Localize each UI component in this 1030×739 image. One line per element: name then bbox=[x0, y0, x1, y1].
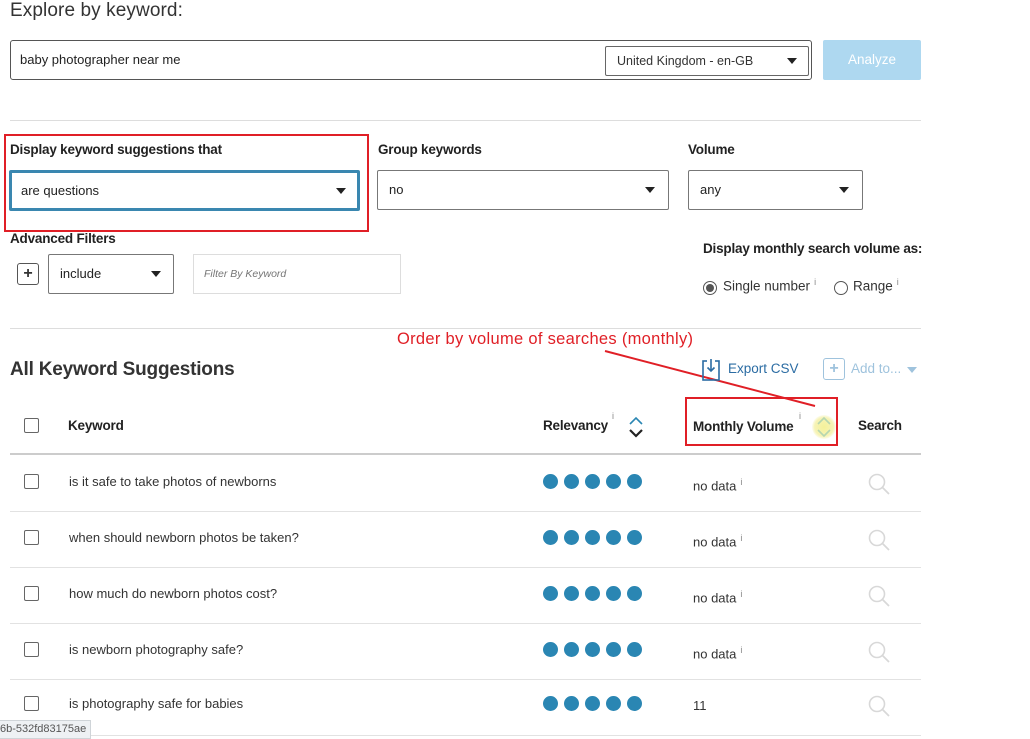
relevancy-dots bbox=[543, 696, 648, 716]
keyword-input[interactable] bbox=[20, 52, 580, 67]
chevron-down-icon bbox=[645, 187, 655, 193]
display-suggestions-value: are questions bbox=[21, 183, 100, 198]
column-keyword: Keyword bbox=[68, 418, 124, 433]
page-title: Explore by keyword: bbox=[10, 0, 183, 21]
table-row: is newborn photography safe? no data i bbox=[10, 623, 921, 680]
search-icon[interactable] bbox=[867, 640, 891, 664]
row-checkbox[interactable] bbox=[24, 474, 39, 489]
info-icon[interactable]: i bbox=[740, 645, 742, 655]
row-keyword[interactable]: how much do newborn photos cost? bbox=[69, 586, 277, 601]
range-label: Range bbox=[853, 278, 893, 294]
download-icon bbox=[702, 358, 720, 381]
sort-relevancy-icon[interactable] bbox=[628, 416, 644, 438]
info-icon[interactable]: i bbox=[799, 411, 801, 421]
chevron-down-icon bbox=[787, 58, 797, 64]
status-bar-url: 6b-532fd83175ae bbox=[0, 720, 92, 739]
chevron-down-icon bbox=[839, 187, 849, 193]
relevancy-dots bbox=[543, 586, 648, 606]
search-icon[interactable] bbox=[867, 584, 891, 608]
include-value: include bbox=[60, 266, 102, 281]
volume-select[interactable]: any bbox=[688, 170, 863, 210]
chevron-down-icon bbox=[336, 188, 346, 194]
location-select-value: United Kingdom - en-GB bbox=[617, 54, 754, 68]
row-keyword[interactable]: is newborn photography safe? bbox=[69, 642, 243, 657]
search-icon[interactable] bbox=[867, 528, 891, 552]
divider bbox=[10, 120, 921, 121]
single-number-label: Single number bbox=[723, 278, 811, 294]
row-volume: no data i bbox=[693, 477, 743, 494]
volume-label: Volume bbox=[688, 142, 735, 157]
chevron-down-icon bbox=[907, 367, 917, 373]
plus-icon: + bbox=[23, 265, 33, 282]
search-icon[interactable] bbox=[867, 472, 891, 496]
sort-volume-icon[interactable] bbox=[816, 416, 832, 438]
row-volume: no data i bbox=[693, 589, 743, 606]
select-all-checkbox[interactable] bbox=[24, 418, 39, 433]
range-radio[interactable] bbox=[834, 281, 848, 295]
row-volume: no data i bbox=[693, 645, 743, 662]
info-icon[interactable]: i bbox=[814, 277, 816, 287]
include-select[interactable]: include bbox=[48, 254, 174, 294]
location-select[interactable]: United Kingdom - en-GB bbox=[605, 46, 809, 76]
single-number-option: Single number i bbox=[723, 277, 816, 294]
display-suggestions-select[interactable]: are questions bbox=[9, 170, 360, 211]
column-relevancy: Relevancy bbox=[543, 418, 608, 433]
add-filter-button[interactable]: + bbox=[17, 263, 39, 285]
row-checkbox[interactable] bbox=[24, 586, 39, 601]
column-monthly-volume: Monthly Volume bbox=[693, 419, 794, 434]
volume-value: any bbox=[700, 182, 721, 197]
row-volume: 11 bbox=[693, 698, 707, 713]
row-checkbox[interactable] bbox=[24, 696, 39, 711]
column-search: Search bbox=[858, 418, 902, 433]
table-row: is photography safe for babies 11 bbox=[10, 679, 921, 736]
info-icon[interactable]: i bbox=[740, 533, 742, 543]
row-keyword[interactable]: is photography safe for babies bbox=[69, 696, 243, 711]
relevancy-dots bbox=[543, 642, 648, 662]
info-icon[interactable]: i bbox=[897, 277, 899, 287]
table-row: when should newborn photos be taken? no … bbox=[10, 511, 921, 568]
group-keywords-value: no bbox=[389, 182, 404, 197]
range-option: Range i bbox=[853, 277, 899, 294]
info-icon[interactable]: i bbox=[740, 477, 742, 487]
info-icon[interactable]: i bbox=[612, 411, 614, 421]
row-checkbox[interactable] bbox=[24, 642, 39, 657]
advanced-filters-label: Advanced Filters bbox=[10, 231, 116, 246]
relevancy-dots bbox=[543, 474, 648, 494]
row-keyword[interactable]: when should newborn photos be taken? bbox=[69, 530, 299, 545]
suggestions-heading: All Keyword Suggestions bbox=[10, 359, 235, 380]
single-number-radio[interactable] bbox=[703, 281, 717, 295]
keyword-search-box: United Kingdom - en-GB bbox=[10, 40, 812, 80]
display-suggestions-label: Display keyword suggestions that bbox=[10, 142, 222, 157]
plus-icon: + bbox=[823, 358, 845, 380]
analyze-button[interactable]: Analyze bbox=[823, 40, 921, 80]
row-keyword[interactable]: is it safe to take photos of newborns bbox=[69, 474, 276, 489]
table-row: is it safe to take photos of newborns no… bbox=[10, 455, 921, 512]
chevron-down-icon bbox=[151, 271, 161, 277]
row-checkbox[interactable] bbox=[24, 530, 39, 545]
filter-keyword-input[interactable] bbox=[193, 254, 401, 294]
monthly-volume-display-label: Display monthly search volume as: bbox=[703, 241, 923, 256]
export-csv-label: Export CSV bbox=[728, 361, 799, 376]
row-volume: no data i bbox=[693, 533, 743, 550]
group-keywords-label: Group keywords bbox=[378, 142, 482, 157]
group-keywords-select[interactable]: no bbox=[377, 170, 669, 210]
divider bbox=[10, 328, 921, 329]
add-to-label: Add to... bbox=[851, 361, 902, 376]
relevancy-dots bbox=[543, 530, 648, 550]
table-row: how much do newborn photos cost? no data… bbox=[10, 567, 921, 624]
search-icon[interactable] bbox=[867, 694, 891, 718]
info-icon[interactable]: i bbox=[740, 589, 742, 599]
